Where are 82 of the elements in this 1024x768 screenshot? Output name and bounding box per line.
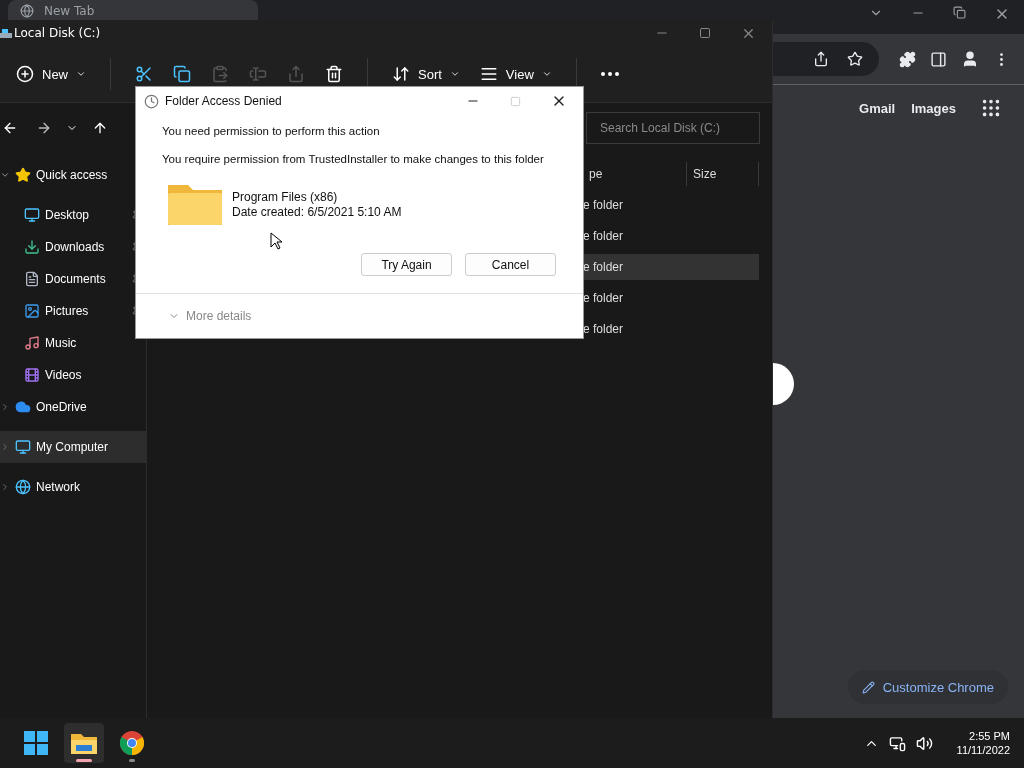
file-row[interactable]: e folder (583, 284, 759, 311)
forward-icon[interactable] (36, 120, 52, 136)
search-bar[interactable] (773, 363, 794, 405)
star-icon (15, 167, 31, 183)
maximize-icon[interactable] (699, 27, 711, 39)
network-icon[interactable] (888, 734, 906, 752)
file-row[interactable]: e folder (583, 315, 759, 342)
type-cell: e folder (583, 259, 624, 274)
restore-icon[interactable] (953, 6, 966, 19)
type-cell: e folder (583, 321, 624, 336)
tab-title: New Tab (44, 4, 95, 18)
date-created: Date created: 6/5/2021 5:10 AM (232, 204, 402, 219)
cursor-icon (270, 232, 282, 250)
chevron-down-icon (76, 69, 86, 79)
column-header[interactable]: Size (687, 162, 759, 186)
globe-icon (15, 479, 31, 495)
file-row[interactable]: e folder (583, 253, 759, 280)
search-field[interactable]: Search Local Disk (C:) (586, 112, 760, 144)
clock-icon (144, 93, 159, 109)
sidebar-item[interactable]: My Computer (0, 431, 146, 463)
scissors-icon (135, 65, 153, 83)
copy-icon (173, 65, 191, 83)
windows-logo-icon[interactable] (24, 731, 48, 755)
picture-icon (24, 303, 40, 319)
clipboard-icon (211, 65, 229, 83)
clock-date[interactable]: 11/11/2022 (956, 744, 1010, 756)
browser-tab[interactable]: New Tab (8, 0, 258, 20)
document-icon (24, 271, 40, 287)
avatar-icon[interactable] (961, 50, 979, 68)
sidebar-item[interactable]: OneDrive (0, 391, 146, 423)
plus-circle-icon (16, 65, 34, 83)
folder-name: Program Files (x86) (232, 189, 339, 204)
dialog-button[interactable]: Try Again (361, 253, 452, 276)
rename-icon (249, 65, 267, 83)
message-text: You need permission to perform this action (161, 125, 381, 137)
toolbar-button[interactable]: New (8, 56, 94, 92)
detail-text: You require permission from TrustedInstaller to make changes to this folder (161, 153, 545, 165)
sidebar-item[interactable]: Network (0, 471, 146, 503)
more-icon (600, 72, 619, 76)
chrome-icon[interactable] (120, 731, 144, 755)
up-icon[interactable] (92, 120, 108, 136)
star-icon[interactable] (847, 51, 863, 67)
trash-icon (325, 65, 343, 83)
apps-grid-icon[interactable] (980, 97, 1002, 119)
address-bar[interactable] (773, 42, 879, 76)
taskbar-app[interactable] (64, 723, 104, 763)
file-row[interactable]: e folder (583, 191, 759, 218)
pencil-icon (861, 680, 875, 694)
cloud-icon (15, 399, 31, 415)
customize-button[interactable]: Customize Chrome (847, 670, 1008, 704)
file-row[interactable]: e folder (583, 222, 759, 249)
puzzle-icon[interactable] (899, 50, 916, 68)
download-icon (24, 239, 40, 255)
clock-time[interactable]: 2:55 PM (969, 730, 1010, 742)
type-cell: e folder (583, 197, 624, 212)
chevron-down-icon[interactable] (0, 170, 10, 180)
chevron-down-icon (449, 69, 460, 79)
back-icon[interactable] (2, 120, 18, 136)
dialog-button[interactable]: Cancel (465, 253, 556, 276)
share-icon[interactable] (813, 51, 829, 67)
music-icon (24, 335, 40, 351)
sort-icon (392, 65, 410, 83)
sidebar-item[interactable]: Videos (0, 359, 146, 391)
side-panel-icon[interactable] (930, 50, 947, 68)
chevron-down-icon (541, 69, 552, 79)
header-link[interactable]: Images (911, 100, 956, 116)
more-details-button[interactable]: More details (162, 308, 258, 324)
dialog-title: Folder Access Denied (165, 94, 283, 108)
type-cell: e folder (583, 290, 624, 305)
desktop-icon (24, 207, 40, 223)
monitor-icon (15, 439, 31, 455)
share-icon (287, 65, 305, 83)
volume-icon[interactable] (915, 734, 933, 752)
lines-icon (479, 65, 498, 83)
folder-icon[interactable] (71, 732, 97, 754)
sidebar-item[interactable]: Music (0, 327, 146, 359)
drive-icon (0, 28, 12, 38)
globe-icon (20, 4, 34, 18)
video-icon (24, 367, 40, 383)
window-title: Local Disk (C:) (13, 26, 101, 40)
header-link[interactable]: Gmail (859, 100, 896, 116)
type-cell: e folder (583, 228, 624, 243)
